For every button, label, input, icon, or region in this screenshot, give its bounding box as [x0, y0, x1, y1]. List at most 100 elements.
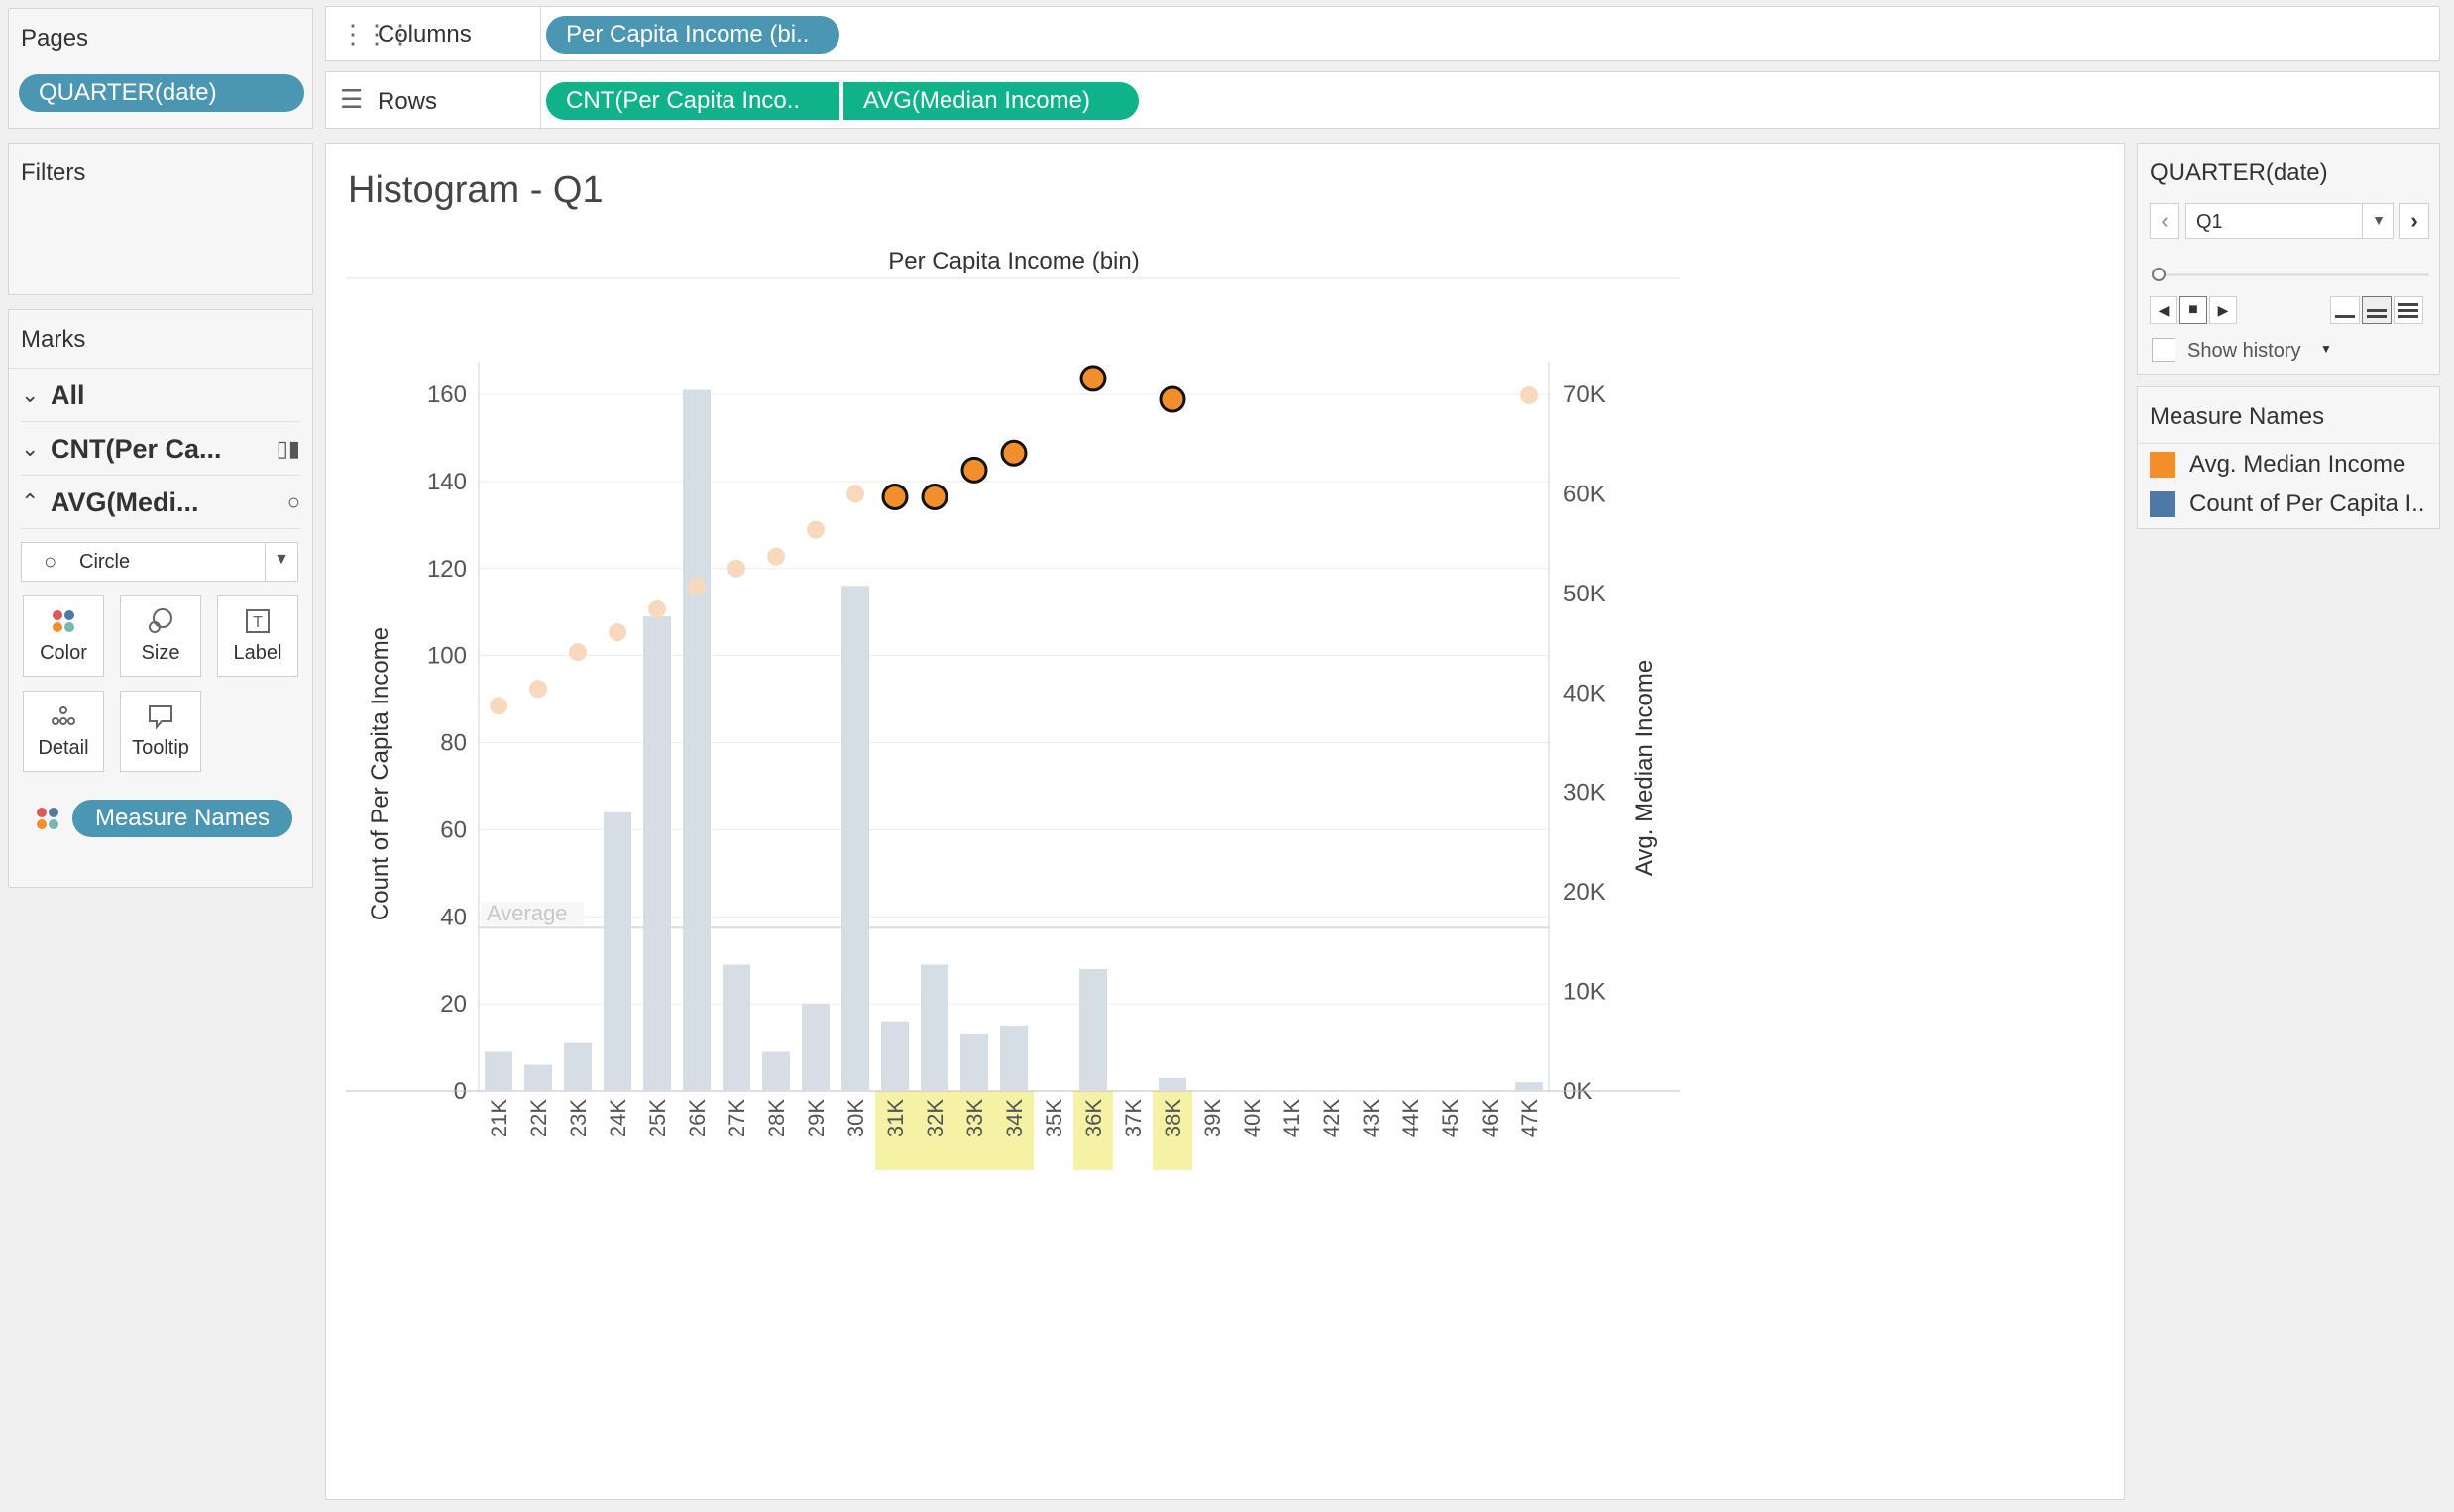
median-income-point	[807, 520, 825, 539]
marks-card-count-label: CNT(Per Ca...	[51, 433, 222, 464]
x-tick-label: 22K	[526, 1099, 551, 1137]
show-history-checkbox[interactable]	[2152, 338, 2175, 362]
tooltip-icon	[121, 702, 200, 733]
marks-card-all-label: All	[51, 379, 85, 410]
color-dots-icon	[35, 806, 60, 836]
color-button[interactable]: Color	[23, 595, 104, 677]
histogram-chart: Per Capita Income (bin)02040608010012014…	[346, 248, 1680, 1170]
marks-card-all[interactable]: ⌄ All	[21, 370, 300, 422]
reference-line-label: Average	[487, 901, 568, 925]
bar	[1159, 1077, 1186, 1091]
show-history-label[interactable]: Show history	[2187, 340, 2301, 363]
y-axis-title: Count of Per Capita Income	[367, 627, 393, 920]
tooltip-button[interactable]: Tooltip	[120, 691, 201, 772]
x-tick-label: 46K	[1478, 1099, 1503, 1137]
x-tick-label: 23K	[566, 1099, 591, 1137]
bar	[564, 1042, 592, 1091]
chevron-down-icon: ⌄	[21, 382, 40, 407]
measure-names-pill[interactable]: Measure Names	[72, 800, 292, 837]
bar	[841, 586, 869, 1091]
y-tick-label: 100	[427, 643, 467, 670]
size-button[interactable]: Size	[120, 595, 201, 677]
next-page-button[interactable]: ›	[2399, 203, 2429, 239]
chart-title: Per Capita Income (bin)	[888, 248, 1139, 274]
x-tick-label: 33K	[962, 1099, 987, 1137]
marks-card: Marks ⌄ All ⌄ CNT(Per Ca... ▯▮ ⌃ AVG(Med…	[8, 309, 313, 888]
x-tick-label: 47K	[1517, 1099, 1542, 1137]
x-tick-label: 24K	[606, 1099, 630, 1137]
bar	[1515, 1082, 1543, 1091]
page-slider-thumb[interactable]	[2152, 268, 2166, 281]
label-button[interactable]: T Label	[217, 595, 298, 677]
rows-shelf: ☰ Rows CNT(Per Capita Inco.. AVG(Median …	[325, 71, 2440, 130]
x-tick-label: 36K	[1081, 1099, 1106, 1137]
x-tick-label: 29K	[804, 1099, 829, 1137]
page-select[interactable]: Q1 ▼	[2185, 203, 2394, 239]
x-tick-label: 40K	[1240, 1099, 1265, 1137]
median-income-point	[490, 697, 507, 715]
filters-card[interactable]: Filters	[8, 143, 313, 295]
y2-axis-title: Avg. Median Income	[1631, 660, 1658, 876]
median-income-point	[569, 643, 587, 662]
playback-back-button[interactable]: ◀	[2150, 296, 2177, 324]
rows-pill-count[interactable]: CNT(Per Capita Inco..	[546, 82, 839, 120]
median-income-point	[727, 559, 745, 578]
mark-type-dropdown[interactable]: ○ Circle ▼	[21, 542, 298, 582]
x-tick-label: 27K	[725, 1099, 749, 1137]
svg-text:T: T	[253, 614, 263, 631]
legend-item-label: Count of Per Capita I..	[2189, 490, 2425, 517]
marks-card-avg-label: AVG(Medi...	[51, 486, 199, 517]
pages-pill[interactable]: QUARTER(date)	[19, 74, 304, 112]
playback-forward-button[interactable]: ▶	[2209, 296, 2237, 324]
legend-title: Measure Names	[2150, 403, 2325, 430]
speed-slow-button[interactable]	[2330, 296, 2360, 324]
detail-icon	[24, 702, 103, 733]
legend-item-avg-median-income[interactable]: Avg. Median Income	[2150, 451, 2405, 479]
bar	[485, 1051, 512, 1091]
chevron-down-icon[interactable]: ▼	[2320, 342, 2332, 356]
bar	[723, 964, 750, 1091]
x-tick-label: 45K	[1438, 1099, 1463, 1137]
legend-swatch	[2150, 491, 2175, 517]
pages-title: Pages	[21, 25, 89, 52]
page-slider[interactable]	[2152, 267, 2429, 284]
text-label-icon: T	[218, 606, 297, 638]
bar	[921, 964, 948, 1091]
marks-title: Marks	[21, 326, 86, 353]
y-tick-label: 120	[427, 556, 467, 583]
speed-medium-button[interactable]	[2362, 296, 2392, 324]
median-income-point	[846, 485, 864, 503]
rows-pill-avg[interactable]: AVG(Median Income)	[843, 82, 1139, 120]
median-income-point	[1079, 365, 1107, 392]
x-tick-label: 43K	[1359, 1099, 1384, 1137]
y-tick-label: 140	[427, 469, 467, 495]
legend-item-label: Avg. Median Income	[2189, 451, 2406, 478]
bar	[643, 616, 671, 1091]
mark-type-label: Circle	[79, 551, 131, 573]
speed-fast-button[interactable]	[2394, 296, 2423, 324]
x-tick-label: 21K	[487, 1099, 511, 1137]
playback-stop-button[interactable]: ■	[2179, 296, 2207, 324]
columns-pill[interactable]: Per Capita Income (bi..	[546, 16, 839, 54]
marks-card-avg[interactable]: ⌃ AVG(Medi... ○	[21, 477, 300, 529]
y-tick-label: 40	[440, 904, 467, 930]
detail-button[interactable]: Detail	[23, 691, 104, 772]
page-control-title: QUARTER(date)	[2150, 160, 2328, 186]
y2-tick-label: 20K	[1563, 879, 1606, 906]
color-button-label: Color	[40, 642, 87, 664]
median-income-point	[1520, 386, 1538, 405]
view-panel: Histogram - Q1 Per Capita Income (bin) 0 2…	[325, 143, 2125, 1500]
filters-title: Filters	[21, 160, 86, 186]
marks-card-count[interactable]: ⌄ CNT(Per Ca... ▯▮	[21, 423, 300, 476]
y2-tick-label: 50K	[1563, 581, 1606, 607]
x-tick-label: 32K	[923, 1099, 948, 1137]
y2-tick-label: 60K	[1563, 481, 1606, 507]
color-dots-icon	[24, 606, 103, 638]
median-income-point	[1159, 385, 1186, 413]
x-tick-label: 31K	[883, 1099, 908, 1137]
bar	[604, 811, 631, 1091]
prev-page-button[interactable]: ‹	[2150, 203, 2179, 239]
x-tick-label: 26K	[685, 1099, 710, 1137]
tooltip-button-label: Tooltip	[132, 737, 189, 759]
legend-item-count-per-capita[interactable]: Count of Per Capita I..	[2150, 490, 2424, 518]
